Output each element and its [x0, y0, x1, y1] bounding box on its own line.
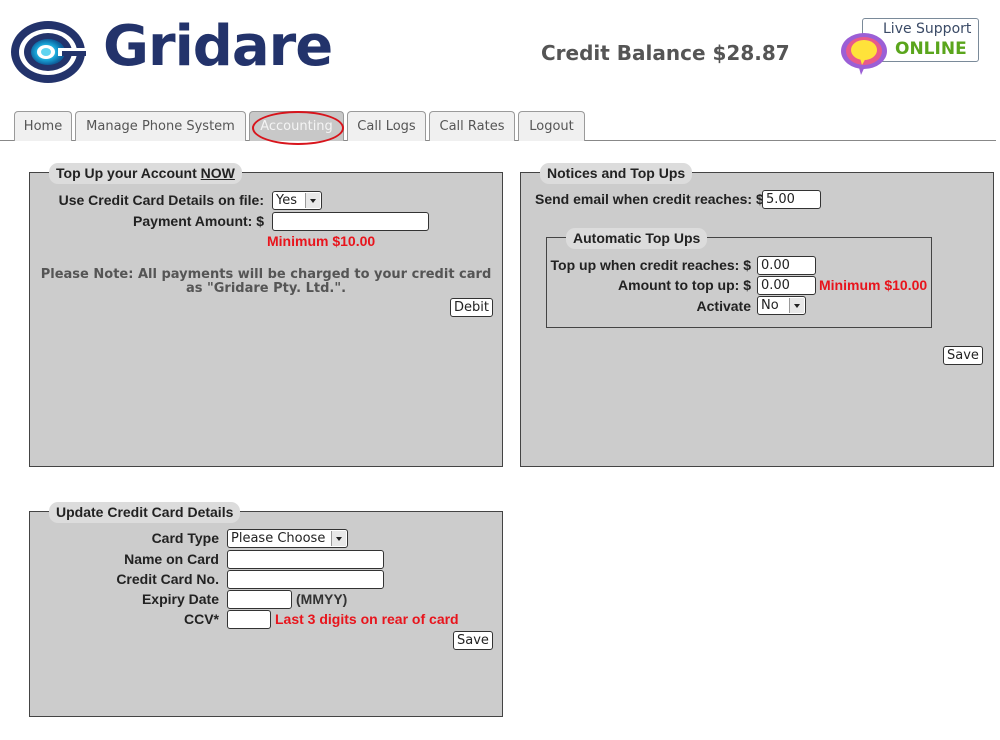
auto-topup-title: Automatic Top Ups: [566, 228, 708, 249]
expiry-date-input[interactable]: [227, 590, 292, 609]
live-support-status: ONLINE: [895, 39, 967, 59]
ccv-hint: Last 3 digits on rear of card: [275, 611, 459, 627]
email-threshold-input[interactable]: 5.00: [762, 190, 821, 209]
name-on-card-input[interactable]: [227, 550, 384, 569]
chevron-down-icon: [305, 193, 320, 208]
credit-card-panel-title: Update Credit Card Details: [49, 502, 241, 523]
use-card-value: Yes: [276, 193, 297, 208]
gridare-logo[interactable]: Gridare: [10, 14, 340, 88]
tab-home[interactable]: Home: [14, 111, 72, 141]
chevron-down-icon: [331, 531, 346, 546]
tab-call-logs[interactable]: Call Logs: [347, 111, 426, 141]
topup-when-label: Top up when credit reaches: $: [550, 257, 751, 273]
ccv-input[interactable]: [227, 610, 271, 629]
main-tabs: Home Manage Phone System Accounting Call…: [0, 110, 996, 141]
debit-button[interactable]: Debit: [450, 298, 493, 317]
card-number-input[interactable]: [227, 570, 384, 589]
topup-amount-label: Amount to top up: $: [618, 277, 751, 293]
topup-panel-title: Top Up your Account NOW: [49, 163, 242, 184]
notices-panel: Notices and Top Ups Send email when cred…: [520, 163, 994, 467]
credit-balance: Credit Balance $28.87: [541, 41, 790, 65]
tab-call-rates[interactable]: Call Rates: [429, 111, 515, 141]
card-type-select[interactable]: Please Choose: [227, 529, 348, 548]
credit-card-panel: Update Credit Card Details Card Type Ple…: [29, 502, 503, 717]
topup-title-emphasis: NOW: [200, 165, 235, 181]
brand-name: Gridare: [103, 14, 333, 79]
topup-title-text: Top Up your Account: [56, 165, 201, 181]
topup-when-input[interactable]: 0.00: [757, 256, 816, 275]
tab-manage-phone-system[interactable]: Manage Phone System: [75, 111, 246, 141]
payment-amount-input[interactable]: [272, 212, 429, 231]
card-type-label: Card Type: [151, 530, 219, 546]
activate-label: Activate: [696, 298, 751, 314]
use-card-label: Use Credit Card Details on file:: [58, 192, 264, 208]
gridare-logo-icon: [11, 21, 88, 83]
card-save-button[interactable]: Save: [453, 631, 493, 650]
topup-minimum-hint: Minimum $10.00: [819, 277, 928, 293]
payment-note-line2: as "Gridare Pty. Ltd.".: [185, 281, 347, 296]
topup-panel: Top Up your Account NOW Use Credit Card …: [29, 163, 503, 467]
card-type-value: Please Choose: [231, 531, 326, 546]
use-card-select[interactable]: Yes: [272, 191, 322, 210]
tab-accounting[interactable]: Accounting: [249, 111, 344, 141]
tab-logout[interactable]: Logout: [518, 111, 585, 141]
card-number-label: Credit Card No.: [116, 571, 219, 587]
expiry-format-hint: (MMYY): [296, 591, 348, 607]
payment-minimum-hint: Minimum $10.00: [267, 233, 376, 249]
chat-bubble-icon: [841, 33, 887, 75]
expiry-date-label: Expiry Date: [141, 591, 219, 607]
ccv-label: CCV*: [183, 611, 219, 627]
activate-select[interactable]: No: [757, 296, 806, 315]
payment-note-line1: Please Note: All payments will be charge…: [40, 267, 492, 282]
live-support-label: Live Support: [883, 21, 972, 37]
notices-save-button[interactable]: Save: [943, 346, 983, 365]
auto-topup-panel: Automatic Top Ups Top up when credit rea…: [546, 228, 932, 328]
topup-amount-input[interactable]: 0.00: [757, 276, 816, 295]
email-threshold-label: Send email when credit reaches: $: [535, 191, 764, 207]
payment-amount-label: Payment Amount: $: [133, 213, 264, 229]
name-on-card-label: Name on Card: [124, 551, 219, 567]
live-support-button[interactable]: Live Support ONLINE: [840, 18, 982, 76]
chevron-down-icon: [789, 298, 804, 313]
notices-panel-title: Notices and Top Ups: [540, 163, 693, 184]
activate-value: No: [761, 298, 779, 313]
